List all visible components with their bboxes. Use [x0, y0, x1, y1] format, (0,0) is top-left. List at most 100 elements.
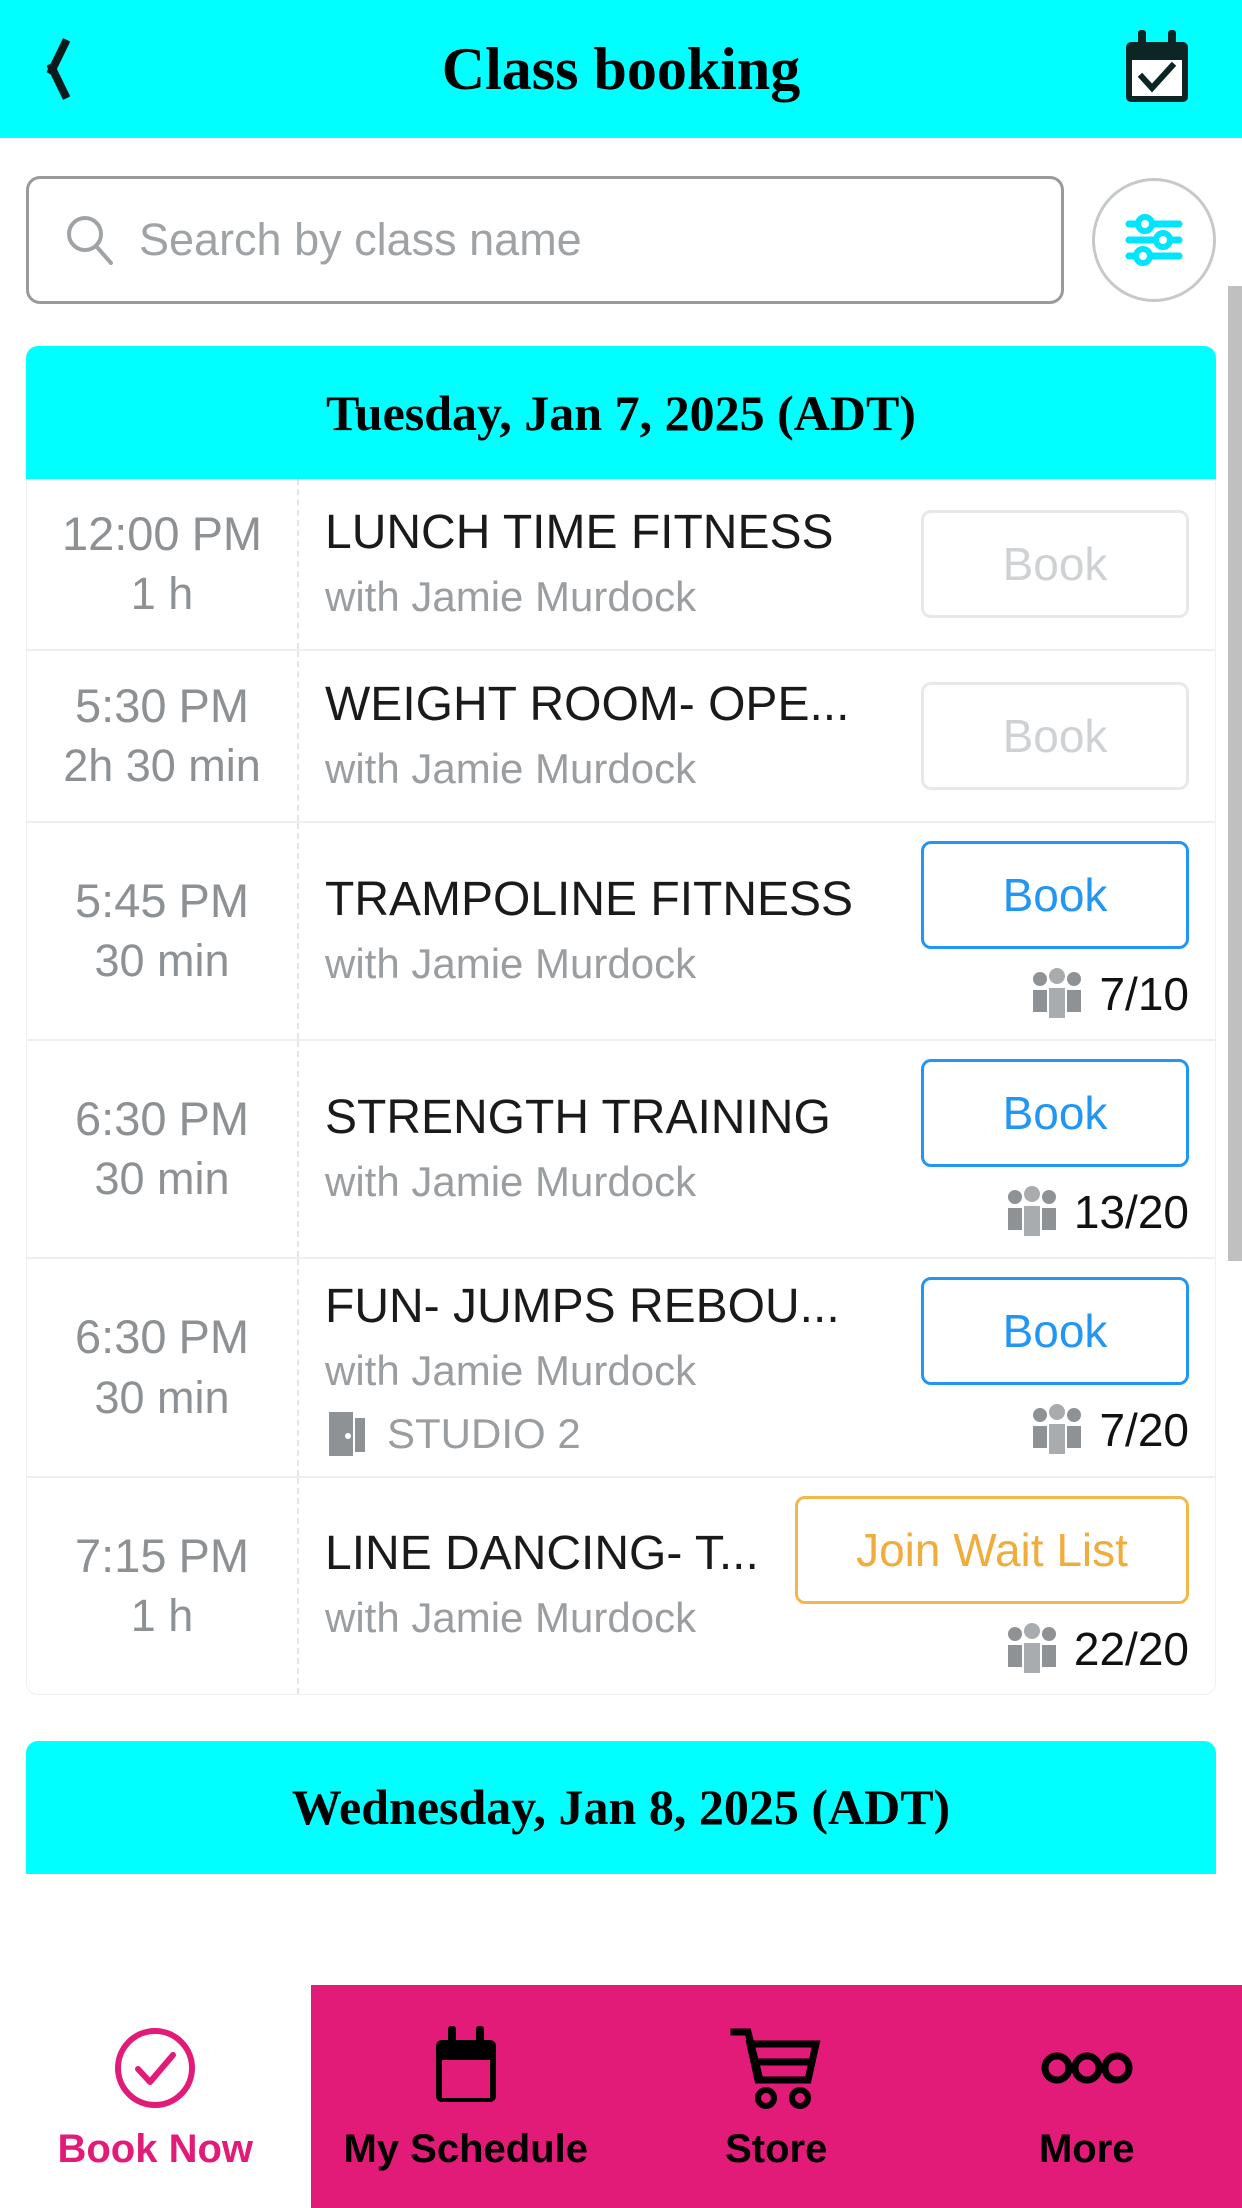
filter-button[interactable] — [1092, 178, 1216, 302]
day-header: Tuesday, Jan 7, 2025 (ADT) — [26, 346, 1216, 479]
class-duration: 1 h — [130, 1589, 194, 1641]
capacity-text: 7/10 — [1099, 968, 1189, 1020]
book-button[interactable]: Book — [921, 1277, 1189, 1386]
class-capacity: 13/20 — [1004, 1185, 1189, 1239]
ellipsis-icon — [1041, 2052, 1133, 2083]
class-row[interactable]: 5:30 PM 2h 30 min WEIGHT ROOM- OPE... wit… — [27, 649, 1215, 821]
class-info-column: WEIGHT ROOM- OPE... with Jamie Murdock — [299, 651, 925, 821]
people-icon — [1033, 1404, 1082, 1455]
tab-icon-wrap — [430, 2025, 502, 2111]
class-time-column: 12:00 PM 1 h — [27, 479, 299, 649]
class-instructor: with Jamie Murdock — [325, 1347, 697, 1394]
class-time: 6:30 PM — [75, 1088, 249, 1149]
bottom-tab-bar: Book Now My Schedule Store More — [0, 1985, 1242, 2208]
calendar-check-icon — [1126, 30, 1188, 102]
book-button[interactable]: Book — [921, 841, 1189, 949]
tab-label: My Schedule — [343, 2126, 588, 2171]
class-name: TRAMPOLINE FITNESS — [325, 872, 854, 926]
tab-label: Store — [725, 2126, 828, 2171]
calendar-icon — [435, 2025, 496, 2102]
class-time-column: 7:15 PM 1 h — [27, 1477, 299, 1694]
tab-icon-wrap — [1041, 2025, 1133, 2111]
class-name: FUN- JUMPS REBOU... — [325, 1280, 840, 1333]
book-button[interactable]: Book — [921, 1059, 1189, 1167]
class-time: 6:30 PM — [75, 1306, 249, 1367]
class-action-column: Book — [921, 651, 1215, 821]
class-duration: 1 h — [130, 568, 194, 620]
class-location: STUDIO 2 — [325, 1410, 925, 1458]
people-icon — [1007, 1622, 1056, 1673]
class-duration: 30 min — [94, 935, 230, 987]
day-header: Wednesday, Jan 8, 2025 (ADT) — [26, 1740, 1216, 1874]
shopping-cart-icon — [730, 2028, 821, 2109]
class-info-column: FUN- JUMPS REBOU... with Jamie Murdock S… — [299, 1259, 925, 1476]
tab-label: More — [1038, 2126, 1135, 2171]
class-list: 12:00 PM 1 h LUNCH TIME FITNESS with Jami… — [26, 479, 1216, 1695]
class-capacity: 7/10 — [1029, 967, 1189, 1021]
people-icon — [1007, 1186, 1056, 1236]
class-time-ampm: PM — [178, 1092, 249, 1146]
class-time-value: 6:30 — [75, 1092, 167, 1146]
class-time-ampm: PM — [178, 1310, 249, 1364]
class-time-value: 6:30 — [75, 1310, 167, 1364]
class-time: 7:15 PM — [75, 1525, 249, 1586]
capacity-text: 7/20 — [1099, 1404, 1189, 1457]
class-row[interactable]: 7:15 PM 1 h LINE DANCING- T... with Jamie… — [27, 1475, 1215, 1694]
class-time-value: 5:45 — [75, 874, 167, 928]
back-button[interactable] — [40, 24, 130, 114]
class-time-ampm: PM — [178, 874, 249, 928]
tab-icon-wrap — [730, 2025, 822, 2111]
scrollbar[interactable] — [1228, 276, 1242, 2206]
class-info-column: LUNCH TIME FITNESS with Jamie Murdock — [299, 479, 925, 649]
class-name: LUNCH TIME FITNESS — [325, 505, 834, 559]
room-door-icon — [329, 1411, 365, 1456]
class-capacity: 7/20 — [1029, 1403, 1189, 1457]
class-duration: 30 min — [94, 1371, 230, 1423]
class-instructor: with Jamie Murdock — [325, 939, 697, 987]
class-time-column: 5:45 PM 30 min — [27, 823, 299, 1039]
book-button[interactable]: Book — [921, 682, 1189, 790]
scroll-content: Search by class name Tuesday, Jan 7, 202… — [0, 138, 1242, 2208]
class-time: 5:45 PM — [75, 870, 249, 931]
tab-store[interactable]: Store — [621, 1985, 932, 2208]
class-name: WEIGHT ROOM- OPE... — [325, 677, 850, 731]
class-info-column: TRAMPOLINE FITNESS with Jamie Murdock — [299, 823, 925, 1039]
tab-more[interactable]: More — [931, 1985, 1242, 2208]
class-instructor: with Jamie Murdock — [325, 572, 697, 620]
tab-label: Book Now — [57, 2126, 254, 2171]
join-wait-list-button[interactable]: Join Wait List — [795, 1495, 1189, 1604]
class-instructor: with Jamie Murdock — [325, 1594, 697, 1642]
class-instructor: with Jamie Murdock — [325, 1157, 697, 1205]
app-header: Class booking — [0, 0, 1242, 138]
tab-book-now[interactable]: Book Now — [0, 1985, 311, 2208]
class-row[interactable]: 12:00 PM 1 h LUNCH TIME FITNESS with Jami… — [27, 479, 1215, 649]
class-row[interactable]: 6:30 PM 30 min FUN- JUMPS REBOU... with J… — [27, 1257, 1215, 1476]
class-time-value: 12:00 — [61, 507, 180, 561]
class-action-column: Join Wait List 22/20 — [795, 1478, 1215, 1694]
class-name: LINE DANCING- T... — [325, 1527, 759, 1581]
class-duration: 2h 30 min — [63, 740, 261, 792]
class-time-ampm: PM — [178, 679, 249, 733]
class-action-column: Book — [921, 479, 1215, 649]
check-circle-icon — [115, 2027, 196, 2108]
class-action-column: Book 7/10 — [921, 823, 1215, 1039]
capacity-text: 22/20 — [1073, 1622, 1189, 1675]
book-button[interactable]: Book — [921, 510, 1189, 618]
class-time-value: 5:30 — [75, 679, 167, 733]
tab-my-schedule[interactable]: My Schedule — [310, 1985, 621, 2208]
day-group: Tuesday, Jan 7, 2025 (ADT) 12:00 PM 1 h L… — [26, 346, 1216, 1695]
page-title: Class booking — [441, 35, 801, 102]
tab-icon-wrap — [113, 2025, 197, 2111]
class-time-column: 6:30 PM 30 min — [27, 1259, 299, 1476]
people-icon — [1033, 968, 1082, 1018]
class-capacity: 22/20 — [1004, 1622, 1189, 1676]
calendar-check-button[interactable] — [1112, 24, 1202, 114]
search-icon — [67, 216, 113, 265]
location-text: STUDIO 2 — [387, 1409, 581, 1457]
search-input[interactable]: Search by class name — [26, 176, 1064, 304]
class-time: 12:00 PM — [62, 503, 262, 564]
class-time-ampm: PM — [191, 507, 263, 561]
class-row[interactable]: 6:30 PM 30 min STRENGTH TRAINING with Jam… — [27, 1039, 1215, 1257]
scrollbar-thumb[interactable] — [1228, 286, 1242, 1261]
class-row[interactable]: 5:45 PM 30 min TRAMPOLINE FITNESS with Ja… — [27, 821, 1215, 1039]
